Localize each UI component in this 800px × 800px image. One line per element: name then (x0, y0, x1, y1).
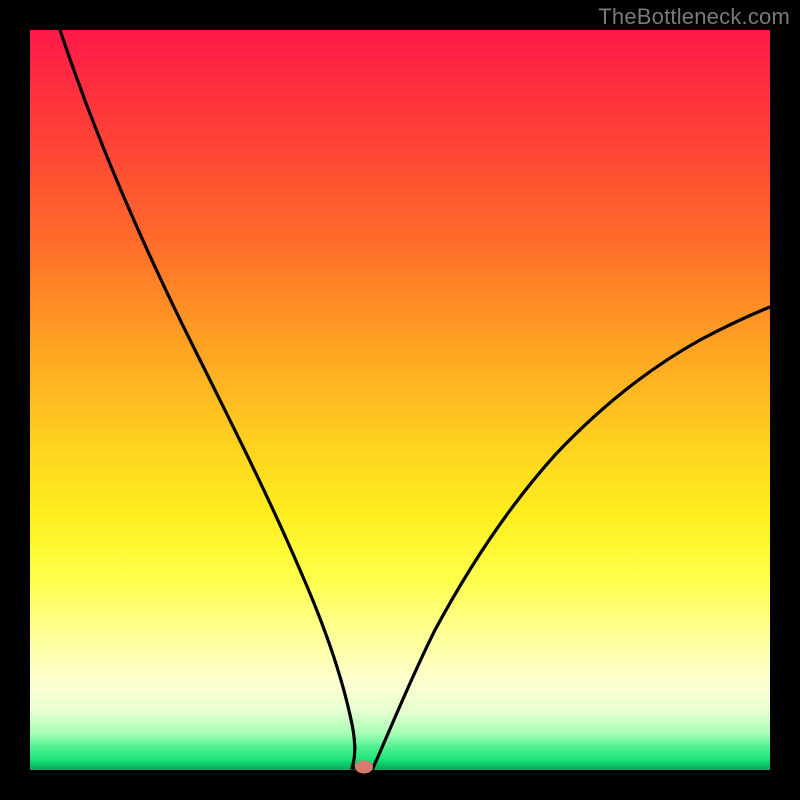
chart-frame: TheBottleneck.com (0, 0, 800, 800)
minimum-marker (355, 761, 373, 774)
curve-right-branch (373, 307, 770, 768)
plot-area (30, 30, 770, 770)
curve-left-branch (60, 30, 355, 768)
bottleneck-curve (30, 30, 770, 770)
watermark-text: TheBottleneck.com (598, 4, 790, 30)
